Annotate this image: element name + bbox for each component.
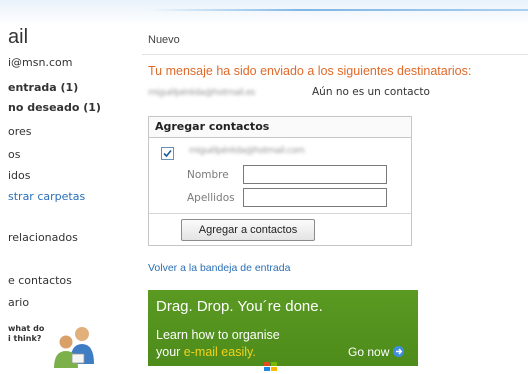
nav-calendar[interactable]: ario bbox=[8, 296, 29, 309]
not-contact-label: Aún no es un contacto bbox=[312, 86, 430, 98]
add-contacts-panel: Agregar contactos miguélpéréda@hotmail.c… bbox=[148, 116, 412, 246]
folder-deleted[interactable]: idos bbox=[8, 169, 31, 182]
contact-email: miguélpéréda@hotmail.com bbox=[189, 146, 305, 156]
promo-line-2: i think? bbox=[8, 334, 42, 343]
related-places[interactable]: relacionados bbox=[8, 231, 78, 244]
new-message-button[interactable]: Nuevo bbox=[148, 34, 180, 46]
ad-cta-label: Go now bbox=[348, 345, 390, 359]
main-content: Nuevo Tu mensaje ha sido enviado a los s… bbox=[140, 0, 528, 374]
ad-headline: Drag. Drop. You´re done. bbox=[156, 298, 323, 315]
account-email[interactable]: i@msn.com bbox=[8, 56, 72, 69]
arrow-right-icon bbox=[393, 346, 405, 357]
sent-confirmation-message: Tu mensaje ha sido enviado a los siguien… bbox=[148, 64, 472, 78]
people-icon bbox=[54, 327, 94, 368]
ad-line-3: your e-mail easily. bbox=[156, 345, 256, 359]
show-folders-link[interactable]: strar carpetas bbox=[8, 190, 85, 203]
folder-sent[interactable]: os bbox=[8, 148, 20, 161]
checkmark-icon bbox=[163, 149, 172, 158]
add-to-contacts-button[interactable]: Agregar a contactos bbox=[181, 219, 315, 241]
promo-line-1: what do bbox=[8, 324, 45, 333]
ad-line-2: Learn how to organise bbox=[156, 328, 280, 342]
contact-checkbox[interactable] bbox=[161, 147, 174, 160]
app-brand: ail bbox=[8, 26, 29, 48]
ad-bottom-strip bbox=[148, 366, 418, 374]
folder-drafts[interactable]: ores bbox=[8, 125, 32, 138]
advertisement-banner[interactable]: Drag. Drop. You´re done. Learn how to or… bbox=[148, 290, 418, 374]
recipient-row: miguélpéréda@hotmail.es Aún no es un con… bbox=[148, 86, 430, 98]
recipient-email: miguélpéréda@hotmail.es bbox=[148, 88, 255, 98]
nav-contacts[interactable]: e contactos bbox=[8, 274, 72, 287]
ad-line-3-highlight: e-mail easily. bbox=[183, 345, 256, 359]
windows-logo-icon bbox=[264, 362, 277, 371]
add-contacts-title: Agregar contactos bbox=[149, 117, 411, 138]
feedback-promo[interactable]: what do i think? bbox=[8, 320, 98, 372]
toolbar-divider bbox=[142, 54, 528, 55]
first-name-input[interactable] bbox=[243, 165, 387, 184]
ad-go-now-button[interactable]: Go now bbox=[348, 345, 405, 359]
last-name-input[interactable] bbox=[243, 188, 387, 207]
folder-junk[interactable]: no deseado (1) bbox=[8, 101, 101, 114]
left-navigation: ail i@msn.com entrada (1) no deseado (1)… bbox=[0, 0, 140, 374]
first-name-label: Nombre bbox=[187, 169, 229, 181]
promo-text: what do i think? bbox=[8, 324, 44, 344]
panel-divider bbox=[149, 213, 411, 214]
last-name-label: Apellidos bbox=[187, 192, 235, 204]
folder-inbox[interactable]: entrada (1) bbox=[8, 81, 78, 94]
back-to-inbox-link[interactable]: Volver a la bandeja de entrada bbox=[148, 262, 290, 274]
ad-line-3-prefix: your bbox=[156, 345, 184, 359]
